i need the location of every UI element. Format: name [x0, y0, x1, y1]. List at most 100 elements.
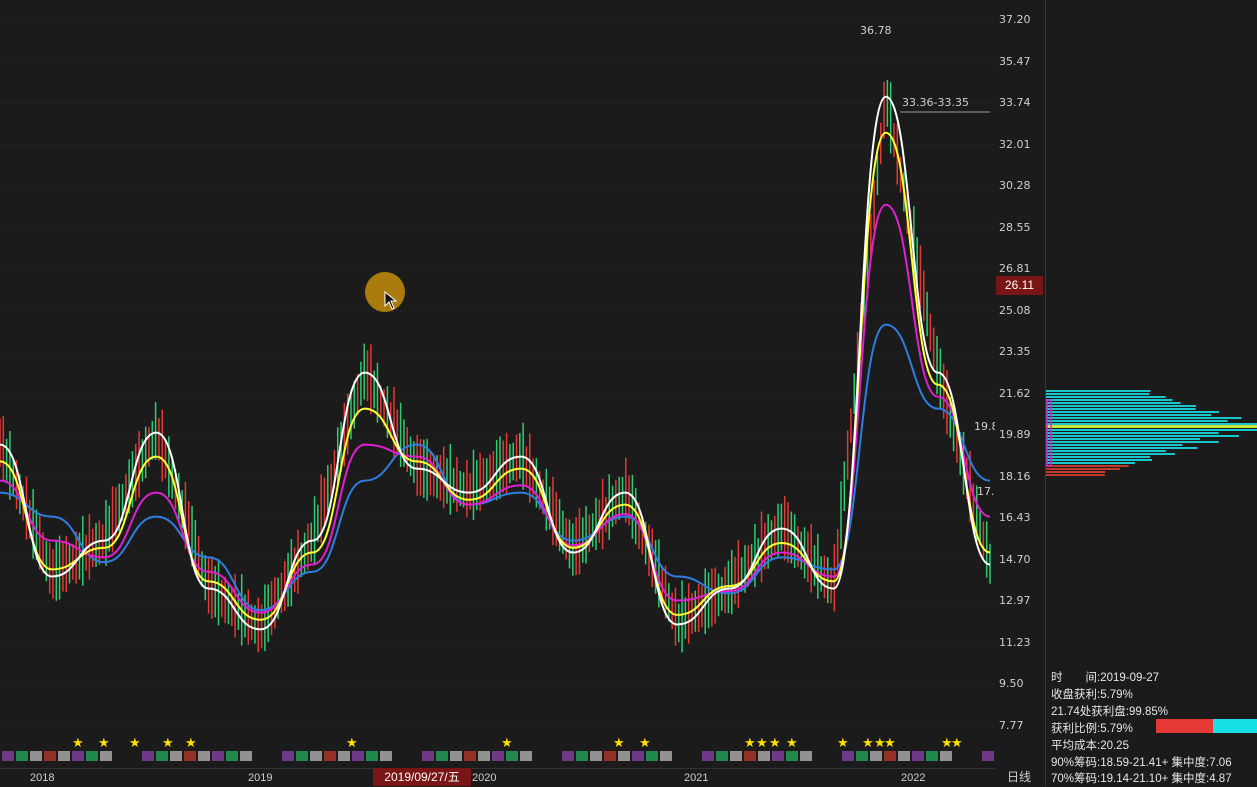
- signal-tag: [716, 751, 728, 761]
- signal-tag: [436, 751, 448, 761]
- chip-bar: [1046, 408, 1196, 410]
- signal-tag: [506, 751, 518, 761]
- chip-bar: [1046, 447, 1198, 449]
- star-icon: ★: [98, 735, 110, 750]
- star-icon: ★: [756, 735, 768, 750]
- signal-tag: [982, 751, 994, 761]
- chip-bar: [1046, 465, 1129, 467]
- y-tick-label: 12.97: [999, 594, 1031, 608]
- x-tick-label: 2021: [684, 772, 709, 784]
- period-button[interactable]: 日线: [995, 768, 1043, 786]
- signal-tag: [632, 751, 644, 761]
- y-tick-label: 35.47: [999, 54, 1031, 68]
- signal-tag: [786, 751, 798, 761]
- signal-tag: [604, 751, 616, 761]
- signal-tag: [86, 751, 98, 761]
- star-icon: ★: [613, 735, 625, 750]
- profit-ratio-bar: [1156, 719, 1213, 733]
- y-tick-label: 28.55: [999, 220, 1031, 234]
- y-tick-label: 21.62: [999, 386, 1031, 400]
- signal-tag: [142, 751, 154, 761]
- chip-bar: [1046, 402, 1181, 404]
- signal-tag: [58, 751, 70, 761]
- star-icon: ★: [185, 735, 197, 750]
- y-tick-label: 19.89: [999, 428, 1031, 442]
- y-tick-label: 33.74: [999, 96, 1031, 109]
- price-annotation: 36.78: [860, 24, 892, 37]
- chip-profit-ratio: 获利比例:5.79%: [1051, 723, 1133, 735]
- signal-tag: [352, 751, 364, 761]
- price-annotation: 19.88-19.66: [974, 420, 995, 433]
- signal-tag: [296, 751, 308, 761]
- loss-ratio-bar: [1213, 719, 1257, 733]
- signal-tag: [702, 751, 714, 761]
- signal-tag: [464, 751, 476, 761]
- y-tick-label: 37.20: [999, 13, 1031, 26]
- y-tick-label: 30.28: [999, 179, 1031, 192]
- star-icon: ★: [501, 735, 513, 750]
- signal-tag: [156, 751, 168, 761]
- star-icon: ★: [129, 735, 141, 750]
- star-icon: ★: [862, 735, 874, 750]
- signal-tag: [856, 751, 868, 761]
- signal-tag: [898, 751, 910, 761]
- chip-bar: [1046, 429, 1257, 431]
- signal-tag: [2, 751, 14, 761]
- signal-tag: [800, 751, 812, 761]
- signal-tag: [282, 751, 294, 761]
- signal-tag: [912, 751, 924, 761]
- signal-tag: [170, 751, 182, 761]
- signal-tag: [940, 751, 952, 761]
- signal-tag: [870, 751, 882, 761]
- signal-tag: [884, 751, 896, 761]
- signal-tag: [44, 751, 56, 761]
- signal-tag: [212, 751, 224, 761]
- signal-tag: [100, 751, 112, 761]
- chip-bar: [1046, 405, 1196, 407]
- series-ma-magenta: [0, 203, 991, 614]
- signal-tag: [758, 751, 770, 761]
- signal-tag: [520, 751, 532, 761]
- star-icon: ★: [744, 735, 756, 750]
- signal-tag: [450, 751, 462, 761]
- signal-tag: [226, 751, 238, 761]
- chip-bar: [1046, 423, 1257, 425]
- signal-tag: [646, 751, 658, 761]
- chip-close-profit: 收盘获利:5.79%: [1051, 689, 1133, 701]
- chip-bar: [1046, 396, 1166, 398]
- price-annotation: 33.36-33.35: [902, 96, 969, 109]
- y-tick-label: 18.16: [999, 469, 1031, 483]
- y-tick-label: 9.50: [999, 677, 1024, 691]
- signal-tag: [324, 751, 336, 761]
- x-tick-label: 2019: [248, 772, 273, 784]
- y-tick-label: 7.77: [999, 719, 1024, 732]
- signal-tag: [590, 751, 602, 761]
- signal-tag: [618, 751, 630, 761]
- x-tick-label: 2018: [30, 772, 55, 784]
- chip-bar: [1046, 450, 1166, 452]
- signal-tag: [30, 751, 42, 761]
- star-icon: ★: [884, 735, 896, 750]
- chip-bar: [1046, 444, 1183, 446]
- y-tick-label: 25.08: [999, 303, 1031, 317]
- x-tick-label: 2020: [472, 772, 497, 784]
- avg-cost-line: [1046, 425, 1257, 428]
- signal-tag: [240, 751, 252, 761]
- chip-bar: [1046, 417, 1242, 419]
- chip-bar: [1046, 441, 1219, 443]
- signal-tag: [198, 751, 210, 761]
- star-icon: ★: [346, 735, 358, 750]
- signal-tag: [562, 751, 574, 761]
- price-axis: 37.20 35.47 33.74 32.01 30.28 28.55 26.81 25.08…: [995, 0, 1045, 768]
- y-tick-label: 16.43: [999, 511, 1031, 525]
- signal-tag: [310, 751, 322, 761]
- chip-bar: [1046, 393, 1150, 395]
- signal-tag: [842, 751, 854, 761]
- chip-distribution-panel: 时 间:2019-09-27 收盘获利:5.79% 21.74处获利盘:99.8…: [1045, 0, 1257, 786]
- chip-bar: [1046, 474, 1105, 476]
- y-tick-label: 26.81: [999, 262, 1031, 276]
- chip-profit-at-price: 21.74处获利盘:99.85%: [1051, 706, 1168, 718]
- kline-chart[interactable]: 36.7833.36-33.3519.88-19.6617.14-17.08★★…: [0, 0, 1044, 768]
- chart-svg[interactable]: 36.7833.36-33.3519.88-19.6617.14-17.08★★…: [0, 0, 1044, 768]
- star-icon: ★: [951, 735, 963, 750]
